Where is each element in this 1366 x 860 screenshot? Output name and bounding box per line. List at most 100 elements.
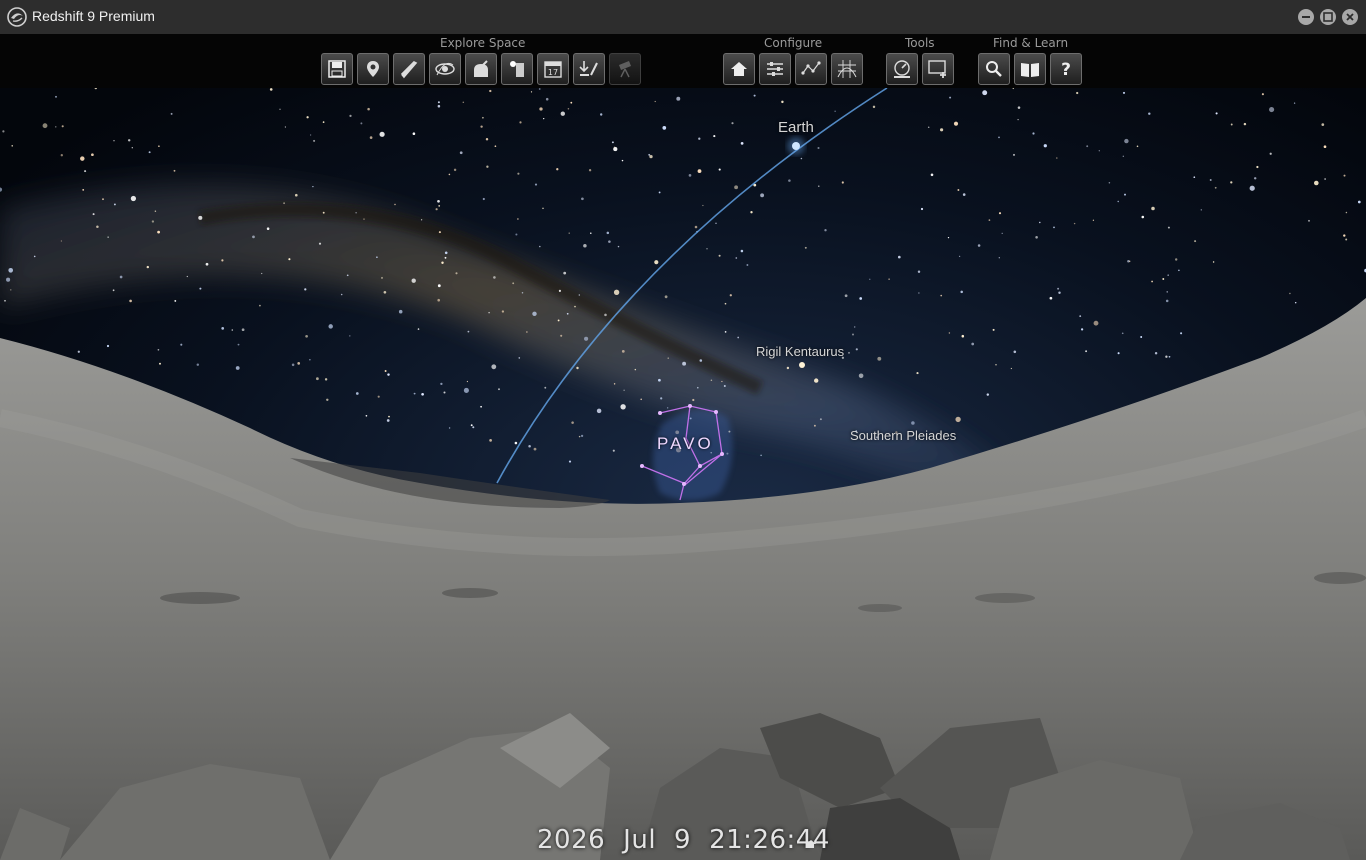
star	[221, 327, 225, 330]
datetime-readout[interactable]: 2026 Jul 9 21:26:44	[537, 825, 830, 855]
sky-grid-icon	[837, 60, 857, 78]
rigil-kentaurus-star[interactable]	[799, 362, 805, 368]
star	[1092, 219, 1095, 221]
star	[269, 88, 273, 91]
star	[721, 380, 723, 383]
star	[1180, 332, 1183, 335]
star	[658, 191, 661, 194]
star	[1165, 355, 1168, 358]
star	[154, 210, 157, 212]
sky-view[interactable]: Earth Rigil Kentaurus Southern Pleiades …	[0, 88, 1366, 860]
star	[146, 265, 149, 269]
star	[463, 387, 469, 393]
star	[340, 293, 343, 296]
star	[384, 370, 387, 372]
star	[654, 100, 656, 103]
calendar-button[interactable]: 17	[537, 53, 569, 85]
star	[526, 331, 528, 333]
download-pen-icon	[579, 61, 598, 76]
date-year[interactable]: 2026	[537, 825, 605, 855]
date-month[interactable]: Jul	[623, 825, 656, 855]
star	[1010, 367, 1013, 370]
star	[1269, 107, 1275, 113]
star	[534, 183, 538, 186]
observatory-button[interactable]	[465, 53, 497, 85]
star	[438, 205, 441, 207]
settings-sliders-button[interactable]	[759, 53, 791, 85]
constellation-lines-button[interactable]	[795, 53, 827, 85]
star	[1345, 238, 1348, 241]
star	[729, 294, 732, 297]
star	[1214, 186, 1217, 189]
star	[853, 326, 856, 328]
star	[379, 131, 385, 137]
southern-pleiades-label[interactable]: Southern Pleiades	[850, 428, 956, 443]
help-button[interactable]: ?	[1050, 53, 1082, 85]
star	[986, 393, 990, 396]
save-icon	[328, 60, 346, 78]
star	[888, 278, 890, 280]
search-button[interactable]	[978, 53, 1010, 85]
star	[455, 272, 458, 275]
star	[1269, 152, 1272, 155]
observatory-icon	[474, 60, 488, 77]
download-button[interactable]	[573, 53, 605, 85]
telescope-button[interactable]	[609, 53, 641, 85]
grid-lines-button[interactable]	[831, 53, 863, 85]
pavo-label[interactable]: PAVO	[657, 434, 714, 454]
star	[734, 185, 739, 190]
star	[676, 96, 681, 101]
spaceship-button[interactable]	[393, 53, 425, 85]
star	[113, 139, 115, 142]
star	[1053, 226, 1055, 229]
star	[380, 276, 384, 279]
minimize-button[interactable]	[1298, 9, 1314, 25]
star	[306, 116, 309, 119]
star	[444, 251, 448, 255]
star	[437, 101, 440, 104]
star	[1117, 200, 1119, 203]
star	[1136, 145, 1139, 148]
new-window-button[interactable]	[922, 53, 954, 85]
help-icon: ?	[1061, 60, 1071, 79]
location-button[interactable]	[357, 53, 389, 85]
star	[1256, 165, 1259, 169]
earth-marker[interactable]	[792, 142, 800, 150]
star	[560, 111, 565, 116]
star	[383, 290, 387, 294]
save-button[interactable]	[321, 53, 353, 85]
star	[786, 366, 790, 370]
rigil-kentaurus-label[interactable]: Rigil Kentaurus	[756, 344, 844, 359]
library-button[interactable]	[1014, 53, 1046, 85]
star	[470, 424, 473, 427]
star	[634, 368, 637, 371]
star	[612, 449, 615, 452]
date-day[interactable]: 9	[674, 825, 691, 855]
star	[971, 342, 975, 346]
star	[297, 362, 301, 365]
star	[718, 254, 721, 257]
star	[411, 278, 416, 283]
star	[1212, 261, 1215, 263]
home-button[interactable]	[723, 53, 755, 85]
star	[102, 198, 104, 201]
star	[1209, 179, 1212, 181]
star	[814, 378, 819, 383]
home-location-icon[interactable]	[805, 839, 817, 849]
star	[309, 134, 312, 136]
star	[530, 91, 533, 93]
close-button[interactable]	[1342, 9, 1358, 25]
sky-guide-button[interactable]	[501, 53, 533, 85]
star	[1345, 211, 1348, 214]
maximize-button[interactable]	[1320, 9, 1336, 25]
close-icon	[1346, 13, 1354, 21]
star	[998, 257, 1000, 259]
earth-label[interactable]: Earth	[778, 119, 814, 136]
dashboard-button[interactable]	[886, 53, 918, 85]
star	[376, 256, 378, 259]
star	[294, 193, 298, 197]
orbit-view-button[interactable]	[429, 53, 461, 85]
star	[158, 145, 160, 148]
star	[869, 278, 871, 280]
star	[611, 141, 614, 144]
